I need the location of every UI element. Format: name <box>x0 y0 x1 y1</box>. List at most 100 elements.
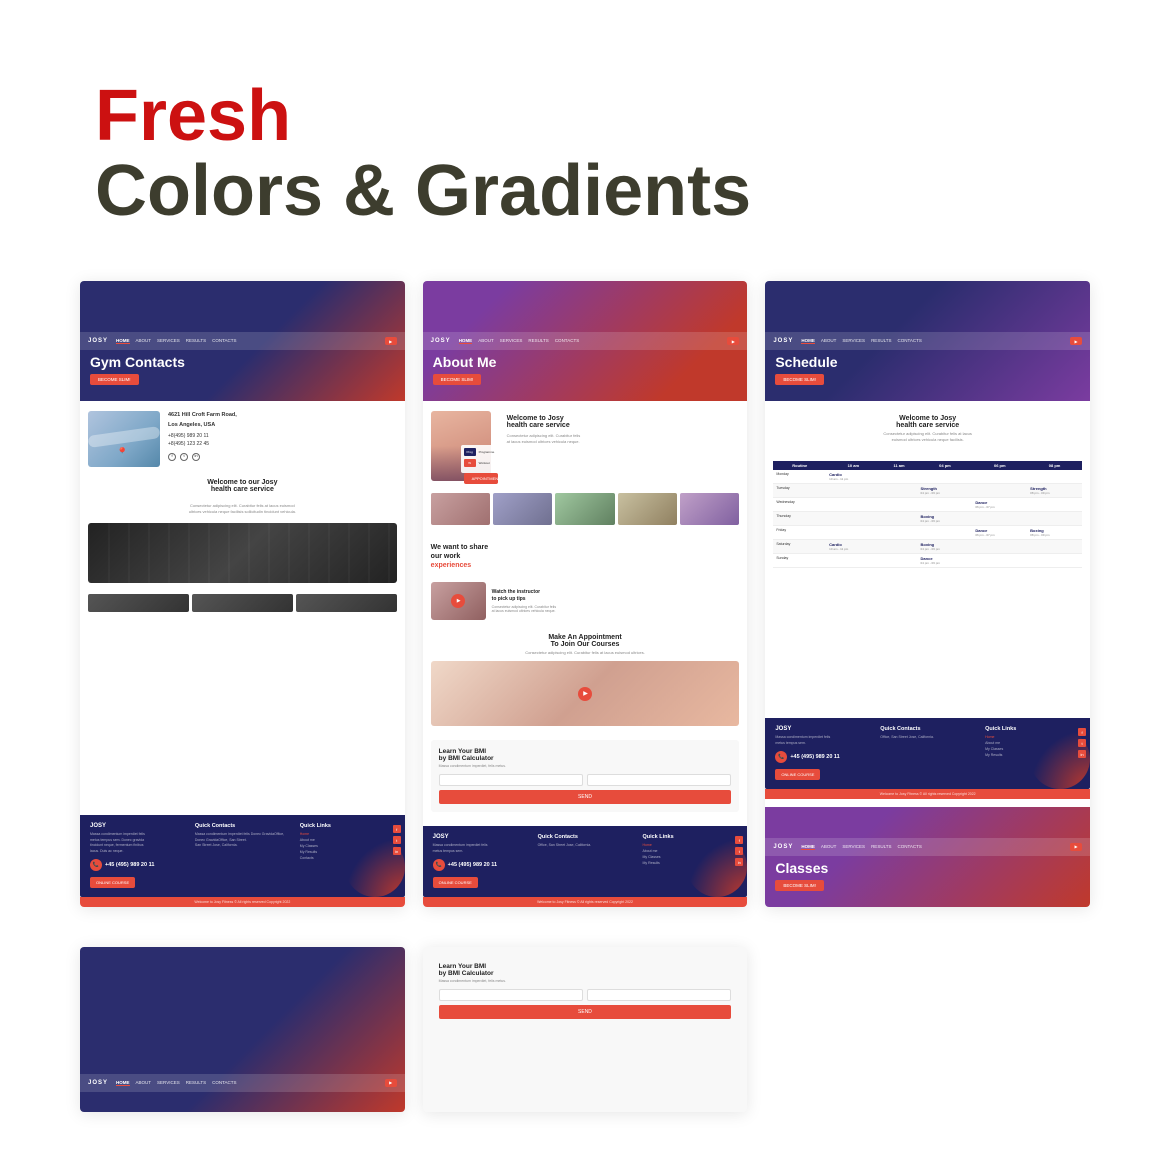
table-row: Thursday Boxing04 pm - 06 pm <box>773 512 1082 526</box>
schedule-link-classes[interactable]: My Classes <box>985 747 1080 751</box>
footer-link-about[interactable]: About me <box>300 838 395 842</box>
class-dance-fri: Dance06 pm - 07 pm <box>972 526 1027 540</box>
about-footer-phone-number: +45 (495) 989 20 11 <box>448 862 497 868</box>
about-hero-title: About Me <box>423 354 748 370</box>
footer-logo: JOSY <box>90 823 185 829</box>
schedule-contacts-title: Quick Contacts <box>880 726 975 732</box>
schedule-hero-title: Schedule <box>765 354 1090 370</box>
contacts-hero-btn[interactable]: BECOME SLIM! <box>90 374 139 385</box>
tw-icon: t <box>180 453 188 461</box>
appt-section: Make An AppointmentTo Join Our Courses C… <box>431 628 740 732</box>
bottom-bmi: Learn Your BMIby BMI Calculator Massa co… <box>431 955 740 1027</box>
bottom-bmi-submit[interactable]: SEND <box>439 1005 732 1019</box>
about-footer-link-results[interactable]: My Results <box>642 861 737 865</box>
about-footer-link-classes[interactable]: My Classes <box>642 855 737 859</box>
schedule-link-results[interactable]: My Results <box>985 753 1080 757</box>
class-strength-tue-2: Strength08 pm - 09 pm <box>1027 484 1082 498</box>
about-welcome-row: Prog Programme W Workout APPOINTMENT <box>431 411 740 481</box>
about-footer-tw-icon[interactable]: t <box>735 847 743 855</box>
about-footer-fb-icon[interactable]: f <box>735 836 743 844</box>
schedule-footer-brand: JOSY Massa condimentum imperdiet felisme… <box>775 726 870 780</box>
bottom-bmi-field-1[interactable] <box>439 989 583 1001</box>
play-btn[interactable] <box>451 594 465 608</box>
about-footer-link-home[interactable]: Home <box>642 843 737 847</box>
map-placeholder <box>88 411 160 467</box>
footer-in-icon[interactable]: in <box>393 847 401 855</box>
about-hero: JOSY HOME ABOUT SERVICES RESULTS CONTACT… <box>423 281 748 401</box>
contacts-card[interactable]: JOSY HOME ABOUT SERVICES RESULTS CONTACT… <box>80 281 405 906</box>
schedule-nav-logo: JOSY <box>773 338 793 344</box>
footer-tw-icon[interactable]: t <box>393 836 401 844</box>
class-boxing-sat: Boxing04 pm - 06 pm <box>918 540 973 554</box>
nav-about: ABOUT <box>136 338 152 344</box>
footer-link-contact[interactable]: Contacts <box>300 856 395 860</box>
badge-workout-label: W <box>468 461 471 465</box>
bottom-about-card[interactable]: Learn Your BMIby BMI Calculator Massa co… <box>423 947 748 1112</box>
photo-4 <box>618 493 677 525</box>
about-online-btn[interactable]: ONLINE COURSE <box>433 877 478 888</box>
classes-hero-btn[interactable]: BECOME SLIM! <box>775 880 824 891</box>
schedule-links-title: Quick Links <box>985 726 1080 732</box>
bmi-fields <box>439 774 732 786</box>
schedule-card[interactable]: JOSY HOME ABOUT SERVICES RESULTS CONTACT… <box>765 281 1090 906</box>
day-monday: Monday <box>773 470 826 484</box>
classes-nav-about: ABOUT <box>821 844 837 850</box>
day-sunday: Sunday <box>773 554 826 568</box>
table-row: Friday Dance06 pm - 07 pm Boxing08 pm - … <box>773 526 1082 540</box>
schedule-welcome: Welcome to Josyhealth care service Conse… <box>773 411 1082 443</box>
bottom-bmi-field-2[interactable] <box>587 989 731 1001</box>
about-body: Prog Programme W Workout APPOINTMENT <box>423 401 748 822</box>
about-hero-btn[interactable]: BECOME SLIM! <box>433 374 482 385</box>
yt-icon-about <box>727 337 739 345</box>
about-overlay-text2: Workout <box>479 461 490 465</box>
contacts-welcome-title: Welcome to our Josyhealth care service <box>88 479 397 493</box>
table-row: Sunday Dance04 pm - 06 pm <box>773 554 1082 568</box>
about-footer-logo: JOSY <box>433 834 528 840</box>
footer-fb-icon[interactable]: f <box>393 825 401 833</box>
bmi-submit-btn[interactable]: SEND <box>439 790 732 804</box>
yt-icon-schedule <box>1070 337 1082 345</box>
schedule-link-home[interactable]: Home <box>985 735 1080 739</box>
schedule-online-btn[interactable]: ONLINE COURSE <box>775 769 820 780</box>
schedule-welcome-text: Consectetur adipiscing elit. Curabitur f… <box>773 431 1082 443</box>
footer-link-home[interactable]: Home <box>300 832 395 836</box>
video-info: Watch the instructorto pick up tips Cons… <box>492 589 556 613</box>
video-thumb[interactable] <box>431 582 486 620</box>
classes-nav-services: SERVICES <box>842 844 865 850</box>
footer-link-classes[interactable]: My Classes <box>300 844 395 848</box>
bmi-field-2[interactable] <box>587 774 731 786</box>
table-row: Monday Cardio10 am - 11 pm <box>773 470 1082 484</box>
about-footer-link-about[interactable]: About me <box>642 849 737 853</box>
classes-nav-contacts: CONTACTS <box>897 844 921 850</box>
about-appt-btn[interactable]: APPOINTMENT <box>464 473 498 484</box>
footer-contacts-title: Quick Contacts <box>195 823 290 829</box>
heading-fresh: Fresh <box>95 80 1170 152</box>
schedule-in-icon[interactable]: in <box>1078 750 1086 758</box>
day-friday: Friday <box>773 526 826 540</box>
gym-thumb-1 <box>88 594 189 612</box>
bottom-nav-services: SERVICES <box>157 1080 180 1086</box>
footer-link-results[interactable]: My Results <box>300 850 395 854</box>
bottom-nav-home: HOME <box>116 1080 130 1086</box>
about-overlay-row1: Prog Programme <box>464 448 498 456</box>
about-footer-desc: Massa condimentum imperdiet felismetus t… <box>433 843 528 854</box>
table-row: Wednesday Dance06 pm - 07 pm <box>773 498 1082 512</box>
about-footer-contacts-text: Office, San Street Jose, California. <box>538 843 633 849</box>
about-card[interactable]: JOSY HOME ABOUT SERVICES RESULTS CONTACT… <box>423 281 748 906</box>
appt-sub: Consectetur adipiscing elit. Curabitur f… <box>431 650 740 655</box>
bottom-contacts-card[interactable]: JOSY HOME ABOUT SERVICES RESULTS CONTACT… <box>80 947 405 1112</box>
schedule-link-about[interactable]: About me <box>985 741 1080 745</box>
bmi-field-1[interactable] <box>439 774 583 786</box>
schedule-hero-btn[interactable]: BECOME SLIM! <box>775 374 824 385</box>
bottom-contacts-hero: JOSY HOME ABOUT SERVICES RESULTS CONTACT… <box>80 947 405 1112</box>
gym-thumb-2 <box>192 594 293 612</box>
appt-play-btn[interactable] <box>578 687 592 701</box>
schedule-fb-icon[interactable]: f <box>1078 728 1086 736</box>
schedule-tw-icon[interactable]: t <box>1078 739 1086 747</box>
about-footer-social: f t in <box>735 836 743 866</box>
gym-image <box>88 523 397 583</box>
footer-online-btn[interactable]: ONLINE COURSE <box>90 877 135 888</box>
bottom-nav-links: HOME ABOUT SERVICES RESULTS CONTACTS <box>116 1080 377 1086</box>
day-wednesday: Wednesday <box>773 498 826 512</box>
about-footer-in-icon[interactable]: in <box>735 858 743 866</box>
